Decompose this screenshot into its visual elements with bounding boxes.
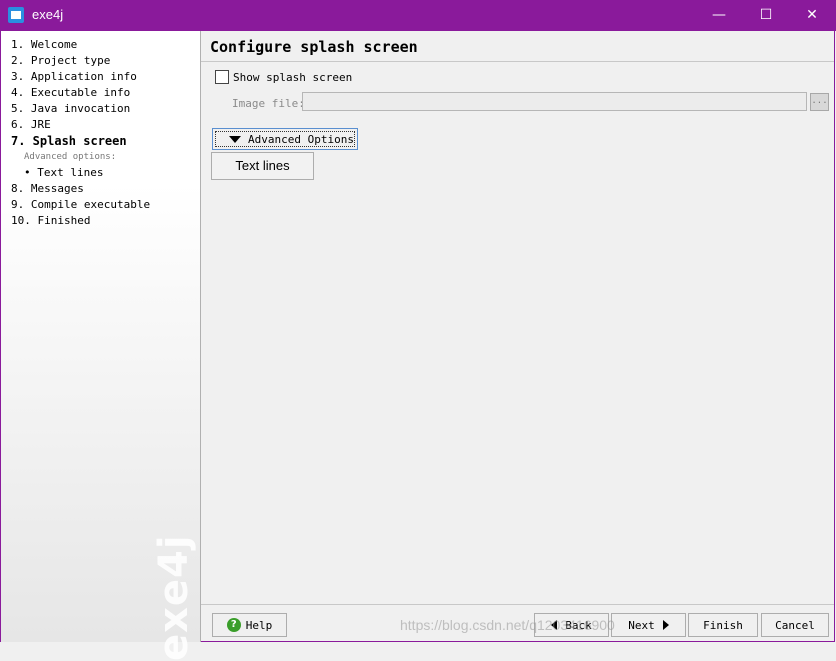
step-project-type[interactable]: 2. Project type [11, 53, 150, 69]
cancel-button[interactable]: Cancel [761, 613, 829, 637]
title-bar: exe4j — ☐ ✕ [0, 0, 836, 31]
next-button[interactable]: Next [611, 613, 686, 637]
image-file-input[interactable] [302, 92, 807, 111]
footer-divider [201, 604, 834, 605]
step-welcome[interactable]: 1. Welcome [11, 37, 150, 53]
step-jre[interactable]: 6. JRE [11, 117, 150, 133]
step-list: 1. Welcome 2. Project type 3. Applicatio… [11, 37, 150, 229]
step-finished[interactable]: 10. Finished [11, 213, 150, 229]
text-lines-button[interactable]: Text lines [211, 152, 314, 180]
advanced-options-heading: Advanced options: [24, 152, 117, 162]
step-text-lines[interactable]: • Text lines [11, 165, 150, 181]
advanced-options-button[interactable]: Advanced Options [212, 128, 358, 150]
title-divider [201, 61, 834, 62]
arrow-right-icon [662, 620, 669, 630]
minimize-button[interactable]: — [696, 0, 742, 31]
sidebar: 1. Welcome 2. Project type 3. Applicatio… [1, 31, 201, 661]
page-title: Configure splash screen [210, 38, 418, 56]
maximize-button[interactable]: ☐ [743, 0, 789, 31]
step-executable-info[interactable]: 4. Executable info [11, 85, 150, 101]
browse-button[interactable]: ... [810, 93, 829, 111]
next-label: Next [628, 618, 655, 632]
step-splash-screen[interactable]: 7. Splash screen [11, 133, 150, 149]
show-splash-label[interactable]: Show splash screen [233, 71, 352, 84]
step-java-invocation[interactable]: 5. Java invocation [11, 101, 150, 117]
help-icon: ? [226, 618, 241, 632]
url-watermark-overlay: https://blog.csdn.net/q1203416900 [400, 617, 615, 633]
help-button[interactable]: ? Help [212, 613, 287, 637]
triangle-down-icon [229, 135, 241, 143]
close-button[interactable]: ✕ [789, 0, 835, 31]
show-splash-checkbox[interactable] [215, 70, 229, 84]
exe4j-watermark-logo: exe4j [151, 534, 197, 661]
image-file-label: Image file: [232, 97, 305, 110]
advanced-options-label: Advanced Options [248, 132, 354, 146]
step-compile-executable[interactable]: 9. Compile executable [11, 197, 150, 213]
show-splash-row[interactable]: Show splash screen [215, 69, 352, 85]
app-icon [8, 7, 24, 23]
step-messages[interactable]: 8. Messages [11, 181, 150, 197]
main-panel: Configure splash screen Show splash scre… [201, 31, 834, 642]
window-title: exe4j [32, 7, 64, 22]
step-application-info[interactable]: 3. Application info [11, 69, 150, 85]
help-label: Help [245, 618, 273, 632]
finish-button[interactable]: Finish [688, 613, 758, 637]
finish-label: Finish [703, 618, 743, 632]
cancel-label: Cancel [775, 618, 815, 632]
